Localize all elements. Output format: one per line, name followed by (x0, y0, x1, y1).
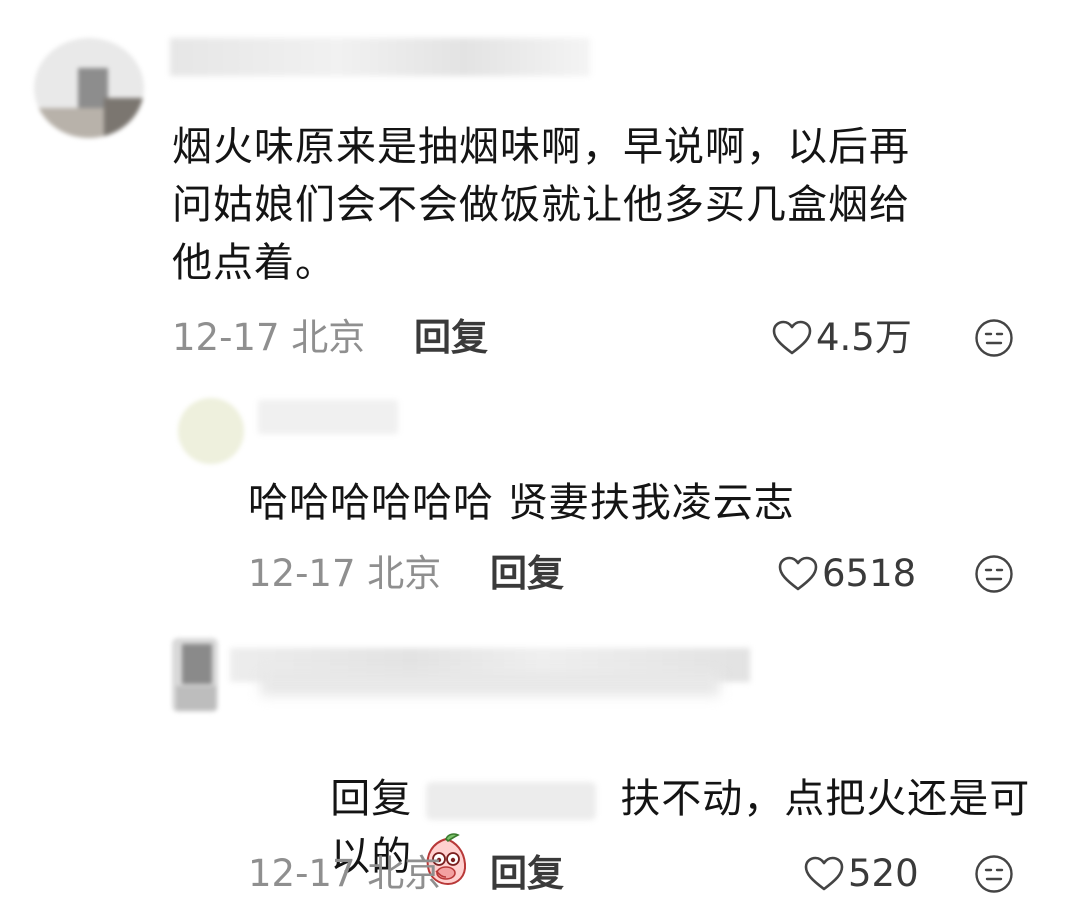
heart-outline-icon (804, 856, 844, 891)
comment-text: 哈哈哈哈哈哈 贤妻扶我凌云志 (248, 480, 795, 526)
comment-meta: 12-17 北京 回复 4.5万 (172, 314, 1052, 362)
username-redacted[interactable] (170, 38, 590, 76)
comment-text-line2: 以的 (248, 770, 1048, 922)
like-button[interactable]: 4.5万 (772, 314, 912, 362)
user-avatar[interactable] (178, 398, 244, 464)
reply-target-redacted (260, 672, 720, 696)
like-count: 6518 (822, 552, 917, 595)
heart-outline-icon (778, 556, 818, 591)
comment-text: 烟火味原来是抽烟味啊，早说啊，以后再 问姑娘们会不会做饭就让他多买几盒烟给 他点… (172, 124, 910, 286)
reply-button[interactable]: 回复 (414, 314, 488, 362)
reply-button[interactable]: 回复 (490, 550, 564, 598)
neutral-face-icon[interactable] (974, 854, 1014, 894)
like-button[interactable]: 520 (804, 850, 919, 898)
username-redacted[interactable] (258, 400, 398, 434)
comment-date-location: 12-17 北京 (248, 852, 442, 895)
like-count: 520 (848, 852, 919, 895)
user-avatar[interactable] (172, 638, 218, 712)
neutral-face-icon[interactable] (974, 318, 1014, 358)
comment-meta: 12-17 北京 回复 520 (248, 850, 1052, 898)
user-avatar[interactable] (34, 38, 144, 138)
comment-meta: 12-17 北京 回复 6518 (248, 550, 1052, 598)
comment-thread: 烟火味原来是抽烟味啊，早说啊，以后再 问姑娘们会不会做饭就让他多买几盒烟给 他点… (0, 0, 1080, 922)
like-count: 4.5万 (816, 316, 912, 359)
comment-date-location: 12-17 北京 (248, 552, 442, 595)
comment-date-location: 12-17 北京 (172, 316, 366, 359)
like-button[interactable]: 6518 (778, 550, 916, 598)
heart-outline-icon (772, 320, 812, 355)
neutral-face-icon[interactable] (974, 554, 1014, 594)
reply-button[interactable]: 回复 (490, 850, 564, 898)
